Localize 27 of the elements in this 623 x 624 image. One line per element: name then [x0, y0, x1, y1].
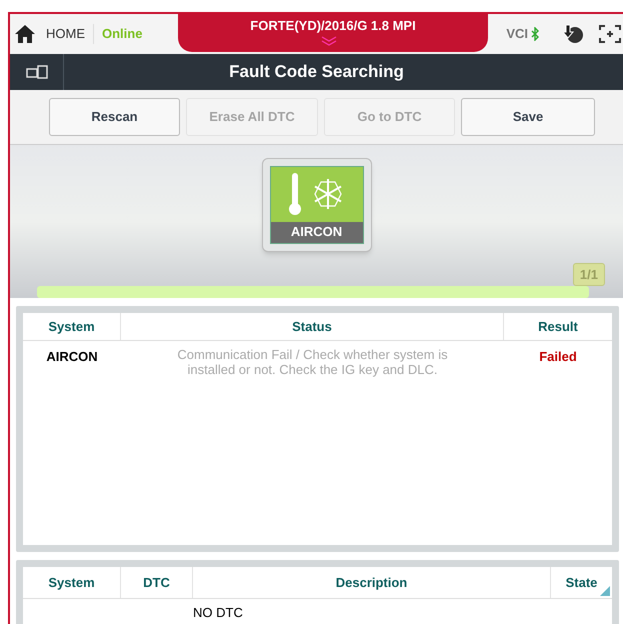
- connection-status: Online: [93, 24, 142, 44]
- column-header[interactable]: State: [566, 572, 598, 592]
- home-label[interactable]: HOME: [46, 24, 85, 44]
- progress-tooltip: 1/1: [572, 262, 605, 286]
- toolbar-button[interactable]: Save: [461, 98, 595, 136]
- column-header[interactable]: Result: [538, 316, 578, 336]
- vehicle-name: FORTE(YD)/2016/G 1.8 MPI: [250, 17, 416, 35]
- aircon-tile[interactable]: AIRCON: [262, 158, 372, 252]
- page-title: Fault Code Searching: [228, 61, 405, 84]
- column-header[interactable]: Status: [292, 316, 332, 336]
- column-header[interactable]: DTC: [143, 572, 170, 592]
- table-cell-text: AIRCON: [46, 348, 98, 366]
- table-cell-text: Failed: [539, 348, 577, 366]
- vehicle-tab[interactable]: FORTE(YD)/2016/G 1.8 MPI: [178, 14, 488, 52]
- fullscreen-icon[interactable]: [599, 25, 621, 43]
- toolbar-button[interactable]: Rescan: [49, 98, 180, 136]
- vci-label: VCI: [506, 25, 528, 44]
- sort-corner-icon: [600, 586, 610, 596]
- home-icon[interactable]: [14, 24, 36, 44]
- bluetooth-icon: [531, 27, 539, 41]
- column-header[interactable]: System: [48, 316, 95, 336]
- thermometer-icon: [288, 172, 300, 216]
- column-header[interactable]: Description: [336, 572, 408, 592]
- table-cell-text: NO DTC: [193, 604, 243, 622]
- column-header[interactable]: System: [48, 572, 95, 592]
- tile-label: AIRCON: [270, 222, 362, 243]
- table-cell-text: Communication Fail / Check whether system is installed or not. Check the IG key and DLC.: [176, 347, 449, 377]
